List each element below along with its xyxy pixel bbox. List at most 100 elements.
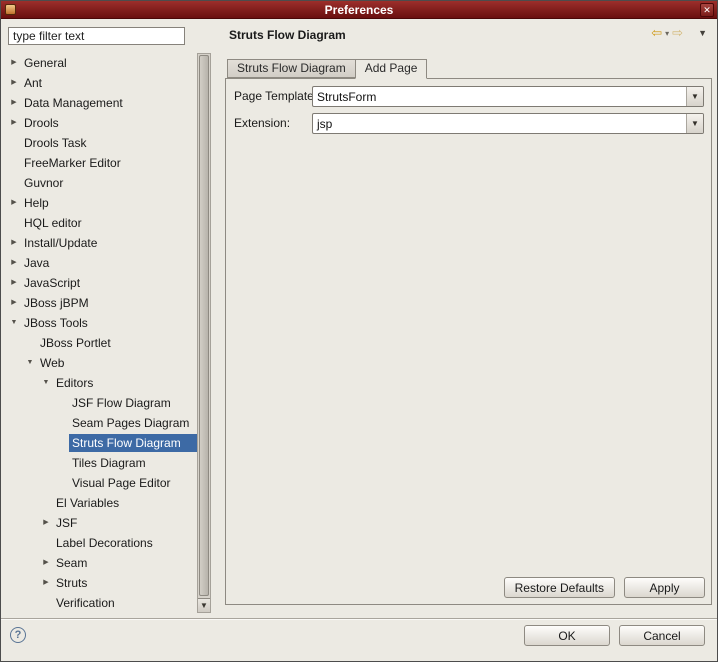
scroll-down-icon[interactable]: ▼ (198, 598, 210, 612)
panel-button-row: Restore Defaults Apply (504, 577, 705, 598)
tree-item-label: Help (21, 194, 197, 212)
tree-item-jboss-tools[interactable]: ▼JBoss Tools (5, 313, 197, 333)
chevron-right-icon[interactable]: ▶ (7, 113, 21, 133)
chevron-right-icon[interactable]: ▶ (7, 53, 21, 73)
tree-item-label: JSF (53, 514, 197, 532)
tree-item-label: Verification (53, 594, 197, 612)
scrollbar-thumb[interactable] (199, 55, 209, 596)
chevron-down-icon[interactable]: ▼ (686, 87, 703, 106)
page-template-value: StrutsForm (313, 90, 686, 104)
tree-item-label: El Variables (53, 494, 197, 512)
chevron-right-icon[interactable]: ▶ (39, 573, 53, 593)
tree-item-label: Struts (53, 574, 197, 592)
tree-item-el-variables[interactable]: El Variables (5, 493, 197, 513)
extension-label: Extension: (234, 116, 290, 130)
chevron-right-icon[interactable]: ▶ (39, 513, 53, 533)
chevron-down-icon[interactable]: ▼ (39, 373, 53, 393)
tab-bar: Struts Flow Diagram Add Page (227, 59, 426, 79)
page-title: Struts Flow Diagram (229, 28, 346, 42)
window-title: Preferences (1, 1, 717, 19)
page-template-combo[interactable]: StrutsForm ▼ (312, 86, 704, 107)
tree-item-seam-pages-diagram[interactable]: Seam Pages Diagram (5, 413, 197, 433)
apply-button[interactable]: Apply (624, 577, 705, 598)
tree-item-editors[interactable]: ▼Editors (5, 373, 197, 393)
tree-item-jboss-jbpm[interactable]: ▶JBoss jBPM (5, 293, 197, 313)
restore-defaults-button[interactable]: Restore Defaults (504, 577, 615, 598)
tree-item-java[interactable]: ▶Java (5, 253, 197, 273)
tree-item-label: Guvnor (21, 174, 197, 192)
tree-item-label: JavaScript (21, 274, 197, 292)
back-icon[interactable]: ⇦ (651, 25, 662, 41)
view-menu-icon[interactable]: ▼ (698, 28, 707, 38)
tree-item-label: Seam (53, 554, 197, 572)
tree-item-install-update[interactable]: ▶Install/Update (5, 233, 197, 253)
tree-item-help[interactable]: ▶Help (5, 193, 197, 213)
titlebar[interactable]: Preferences ✕ (1, 1, 717, 19)
chevron-right-icon[interactable]: ▶ (7, 193, 21, 213)
tree-item-label: Drools (21, 114, 197, 132)
tab-struts-flow-diagram[interactable]: Struts Flow Diagram (227, 59, 356, 78)
tab-add-page[interactable]: Add Page (355, 59, 428, 79)
tree-item-label: JSF Flow Diagram (69, 394, 197, 412)
tree-item-web[interactable]: ▼Web (5, 353, 197, 373)
chevron-down-icon[interactable]: ▼ (686, 114, 703, 133)
preferences-window: Preferences ✕ ▶General▶Ant▶Data Manageme… (0, 0, 718, 662)
tree-item-drools-task[interactable]: Drools Task (5, 133, 197, 153)
tree-item-data-management[interactable]: ▶Data Management (5, 93, 197, 113)
tree-item-label: Install/Update (21, 234, 197, 252)
tree-item-drools[interactable]: ▶Drools (5, 113, 197, 133)
tree-item-seam[interactable]: ▶Seam (5, 553, 197, 573)
ok-button[interactable]: OK (524, 625, 610, 646)
chevron-right-icon[interactable]: ▶ (39, 553, 53, 573)
tree-item-visual-page-editor[interactable]: Visual Page Editor (5, 473, 197, 493)
chevron-right-icon[interactable]: ▶ (7, 273, 21, 293)
tree-item-label: FreeMarker Editor (21, 154, 197, 172)
help-icon[interactable]: ? (10, 627, 26, 643)
tree-item-javascript[interactable]: ▶JavaScript (5, 273, 197, 293)
extension-combo[interactable]: jsp ▼ (312, 113, 704, 134)
page-template-label: Page Template: (234, 89, 317, 103)
chevron-right-icon[interactable]: ▶ (7, 73, 21, 93)
tree-item-label: Java (21, 254, 197, 272)
chevron-right-icon[interactable]: ▶ (7, 233, 21, 253)
cancel-button[interactable]: Cancel (619, 625, 705, 646)
chevron-right-icon[interactable]: ▶ (7, 93, 21, 113)
bottom-separator (1, 618, 717, 620)
chevron-right-icon[interactable]: ▶ (7, 293, 21, 313)
tree-item-tiles-diagram[interactable]: Tiles Diagram (5, 453, 197, 473)
page-nav-toolbar: ⇦ ▾ ⇨ ▼ (651, 25, 707, 41)
tree-item-label: JBoss Portlet (37, 334, 197, 352)
tree-item-general[interactable]: ▶General (5, 53, 197, 73)
tree-item-jboss-portlet[interactable]: JBoss Portlet (5, 333, 197, 353)
tree-item-guvnor[interactable]: Guvnor (5, 173, 197, 193)
tree-item-label: Ant (21, 74, 197, 92)
chevron-down-icon[interactable]: ▼ (23, 353, 37, 373)
forward-icon[interactable]: ⇨ (672, 25, 683, 41)
extension-value: jsp (313, 117, 686, 131)
tree-item-freemarker-editor[interactable]: FreeMarker Editor (5, 153, 197, 173)
close-icon[interactable]: ✕ (700, 3, 714, 17)
tree-item-ant[interactable]: ▶Ant (5, 73, 197, 93)
tree-scrollbar[interactable]: ▼ (197, 53, 211, 613)
tree-item-label: Data Management (21, 94, 197, 112)
tree-item-hql-editor[interactable]: HQL editor (5, 213, 197, 233)
tree-item-label: Struts Flow Diagram (69, 434, 197, 452)
tree-item-jsf[interactable]: ▶JSF (5, 513, 197, 533)
add-page-panel: Page Template: StrutsForm ▼ Extension: j… (225, 78, 712, 605)
dialog-button-row: OK Cancel (524, 625, 705, 646)
tree-item-jsf-flow-diagram[interactable]: JSF Flow Diagram (5, 393, 197, 413)
tree-item-label: General (21, 54, 197, 72)
tree-item-label: JBoss Tools (21, 314, 197, 332)
tree-item-struts-flow-diagram[interactable]: Struts Flow Diagram (5, 433, 197, 453)
tree-item-verification[interactable]: Verification (5, 593, 197, 613)
back-menu-chevron-icon[interactable]: ▾ (665, 29, 669, 38)
tree-item-label: Visual Page Editor (69, 474, 197, 492)
tree-item-label: Label Decorations (53, 534, 197, 552)
tree-item-label: JBoss jBPM (21, 294, 197, 312)
tree-item-label: HQL editor (21, 214, 197, 232)
filter-input[interactable] (8, 27, 185, 45)
tree-item-struts[interactable]: ▶Struts (5, 573, 197, 593)
tree-item-label-decorations[interactable]: Label Decorations (5, 533, 197, 553)
chevron-right-icon[interactable]: ▶ (7, 253, 21, 273)
chevron-down-icon[interactable]: ▼ (7, 313, 21, 333)
